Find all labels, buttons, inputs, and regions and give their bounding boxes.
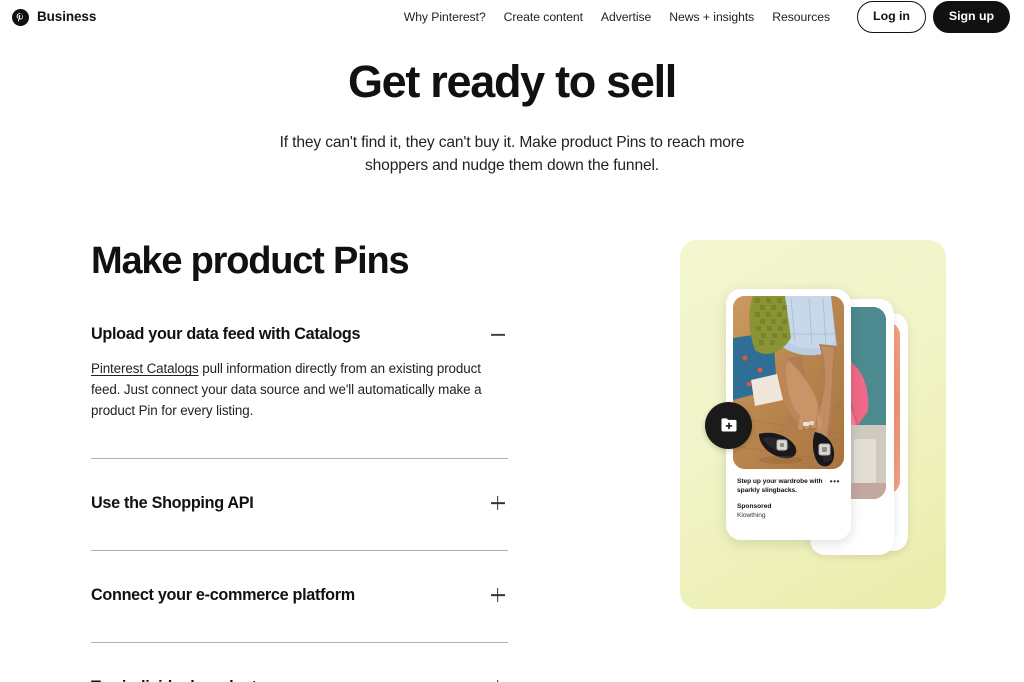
accordion-header-shopping-api[interactable]: Use the Shopping API <box>91 493 508 514</box>
sign-up-button[interactable]: Sign up <box>932 1 1010 33</box>
accordion-title: Connect your e-commerce platform <box>91 585 355 604</box>
accordion-body-catalogs: Pinterest Catalogs pull information dire… <box>91 345 495 421</box>
divider <box>91 549 508 551</box>
accordion-title: Tag individual products <box>91 677 266 682</box>
pin-photo <box>733 295 844 469</box>
nav-item-news-insights[interactable]: News + insights <box>660 6 763 28</box>
accordion-item-shopping-api: Use the Shopping API <box>91 493 508 514</box>
brand-label: Business <box>37 9 97 25</box>
pin-advertiser-name: Klowthing <box>737 512 766 520</box>
nav-item-why-pinterest[interactable]: Why Pinterest? <box>395 6 495 28</box>
accordion-item-catalogs: Upload your data feed with Catalogs Pint… <box>91 324 508 421</box>
save-to-board-icon[interactable] <box>705 401 752 449</box>
page-title: Get ready to sell <box>347 56 677 107</box>
divider <box>91 457 508 459</box>
nav-item-resources[interactable]: Resources <box>763 6 839 28</box>
hero-subtitle: If they can't find it, they can't buy it… <box>279 133 745 175</box>
accordion-column: Make product Pins Upload your data feed … <box>91 240 508 682</box>
pin-description: Step up your wardrobe with sparkly sling… <box>737 477 823 494</box>
accordion-title: Upload your data feed with Catalogs <box>91 325 361 344</box>
plus-icon[interactable] <box>489 495 506 512</box>
illustration-column: Step up your wardrobe with sparkly sling… <box>680 239 946 609</box>
accordion-header-tag-products[interactable]: Tag individual products <box>91 677 508 682</box>
accordion-header-catalogs[interactable]: Upload your data feed with Catalogs <box>91 324 508 345</box>
accordion-title: Use the Shopping API <box>91 493 254 512</box>
pin-description-row: Step up your wardrobe with sparkly sling… <box>737 477 840 495</box>
hero-section: Get ready to sell If they can't find it,… <box>0 34 1024 178</box>
accordion: Upload your data feed with Catalogs Pint… <box>91 324 508 682</box>
ellipsis-icon[interactable]: ••• <box>830 477 840 486</box>
site-header: Business Why Pinterest? Create content A… <box>0 0 1024 34</box>
brand-logo[interactable]: Business <box>12 8 97 26</box>
nav-item-create-content[interactable]: Create content <box>495 6 592 28</box>
primary-nav: Why Pinterest? Create content Advertise … <box>395 6 839 28</box>
accordion-header-ecommerce-platform[interactable]: Connect your e-commerce platform <box>91 585 508 606</box>
pin-meta: Step up your wardrobe with sparkly sling… <box>733 469 844 521</box>
main-content: Make product Pins Upload your data feed … <box>0 239 1024 682</box>
pin-sponsored-label: Sponsored <box>737 503 772 511</box>
nav-item-advertise[interactable]: Advertise <box>592 6 660 28</box>
accordion-item-ecommerce-platform: Connect your e-commerce platform <box>91 585 508 606</box>
pinterest-logo-icon <box>12 8 29 26</box>
section-title: Make product Pins <box>91 239 410 282</box>
accordion-item-tag-products: Tag individual products <box>91 677 508 682</box>
header-actions: Why Pinterest? Create content Advertise … <box>395 1 1010 33</box>
product-pin-illustration: Step up your wardrobe with sparkly sling… <box>680 239 946 609</box>
log-in-button[interactable]: Log in <box>857 1 926 33</box>
divider <box>91 641 508 643</box>
minus-icon[interactable] <box>489 326 506 343</box>
plus-icon[interactable] <box>489 587 506 604</box>
pinterest-catalogs-link[interactable]: Pinterest Catalogs <box>91 361 199 376</box>
